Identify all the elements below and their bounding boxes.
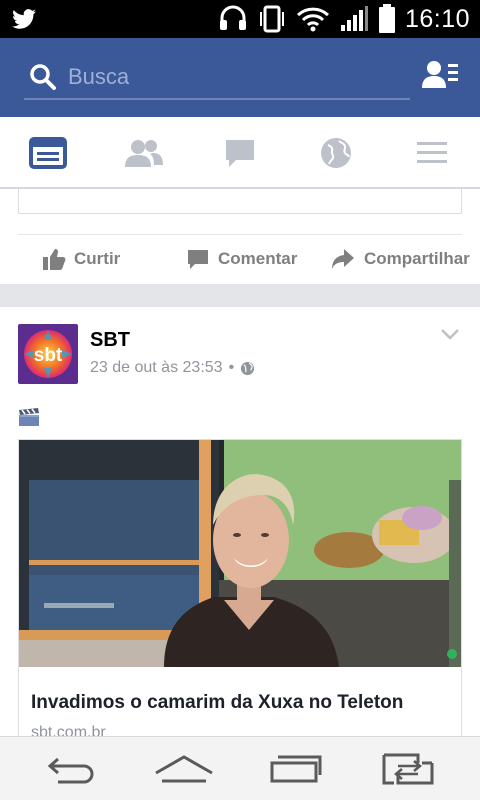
like-button[interactable]: Curtir — [42, 247, 120, 271]
tab-more[interactable] — [410, 135, 454, 171]
link-thumbnail[interactable] — [19, 440, 461, 667]
post-card: sbt SBT 23 de out às 23:53 • Invadimos o… — [0, 307, 480, 736]
share-icon — [332, 249, 354, 269]
search-icon[interactable] — [28, 62, 58, 92]
search-bar[interactable] — [24, 56, 410, 100]
switch-apps-icon — [382, 753, 434, 785]
status-bar: 16:10 — [0, 0, 480, 38]
like-label: Curtir — [74, 249, 121, 268]
switch-apps-button[interactable] — [378, 751, 438, 787]
wifi-icon — [296, 7, 329, 32]
tab-messages[interactable] — [218, 135, 262, 171]
signal-icon — [340, 6, 368, 31]
news-feed[interactable]: Curtir Comentar Compartilhar sbt SBT 23 … — [0, 189, 480, 736]
search-input[interactable] — [68, 64, 388, 90]
previous-post-card — [18, 189, 462, 214]
clock: 16:10 — [404, 4, 470, 33]
sbt-logo: sbt — [18, 324, 78, 384]
system-nav-bar — [0, 736, 480, 800]
previous-post-actions: Curtir Comentar Compartilhar — [0, 235, 480, 285]
news-feed-icon — [29, 137, 67, 169]
link-title[interactable]: Invadimos o camarim da Xuxa no Teleton — [31, 692, 403, 714]
post-timestamp[interactable]: 23 de out às 23:53 — [90, 359, 223, 377]
chevron-down-icon[interactable] — [440, 327, 460, 341]
home-icon — [155, 755, 213, 783]
home-button[interactable] — [154, 751, 214, 787]
globe-icon — [241, 361, 255, 375]
comment-button[interactable]: Comentar — [186, 247, 297, 271]
tab-notifications[interactable] — [314, 135, 358, 171]
link-attachment[interactable]: Invadimos o camarim da Xuxa no Teleton s… — [18, 439, 462, 736]
meta-separator: • — [228, 359, 235, 376]
vibrate-icon — [259, 5, 284, 33]
friend-requests-icon[interactable] — [420, 58, 460, 94]
screen: 16:10 Busca Curtir Comentar Compartilhar… — [0, 0, 480, 800]
link-domain: sbt.com.br — [31, 724, 106, 736]
chat-icon — [226, 140, 254, 167]
post-author[interactable]: SBT — [90, 329, 130, 352]
menu-icon — [417, 142, 447, 163]
back-button[interactable] — [42, 751, 102, 787]
share-button[interactable]: Compartilhar — [330, 247, 470, 271]
tab-bar — [0, 117, 480, 189]
feed-separator — [0, 284, 480, 307]
search-header — [0, 38, 480, 117]
photo-illustration — [19, 440, 461, 667]
friends-icon — [125, 140, 163, 167]
globe-icon — [321, 138, 351, 168]
tab-news-feed[interactable] — [26, 135, 70, 171]
avatar[interactable]: sbt — [18, 324, 78, 384]
clapperboard-icon — [19, 408, 39, 426]
comment-icon — [188, 250, 208, 269]
back-icon — [47, 757, 94, 784]
post-meta: 23 de out às 23:53 • — [90, 359, 255, 377]
comment-label: Comentar — [218, 249, 298, 268]
tab-friends[interactable] — [122, 135, 166, 171]
thumbs-up-icon — [43, 249, 66, 270]
headset-icon — [219, 5, 246, 30]
recents-button[interactable] — [266, 751, 326, 787]
twitter-icon — [12, 9, 36, 29]
status-icons: 16:10 — [218, 0, 470, 38]
avatar-text: sbt — [34, 345, 63, 366]
battery-icon — [378, 4, 395, 33]
share-label: Compartilhar — [364, 249, 470, 268]
recents-icon — [270, 755, 322, 783]
